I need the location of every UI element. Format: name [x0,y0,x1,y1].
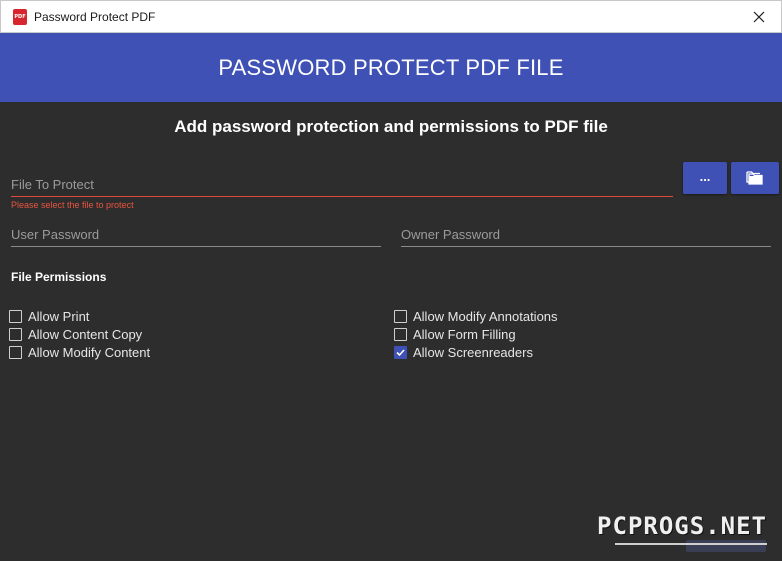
permission-allow-print[interactable]: Allow Print [9,309,89,324]
browse-button[interactable]: ... [683,162,727,194]
permission-allow-screenreaders[interactable]: Allow Screenreaders [394,345,533,360]
protect-button[interactable] [686,540,766,552]
permission-allow-content-copy[interactable]: Allow Content Copy [9,327,142,342]
pdf-app-icon: PDF [13,9,27,25]
pdf-app-icon-text: PDF [14,14,26,20]
window-titlebar: PDF Password Protect PDF [0,0,782,33]
permission-label: Allow Screenreaders [413,345,533,360]
owner-password-field [401,224,771,247]
file-to-protect-input[interactable] [11,174,673,196]
window-title: Password Protect PDF [34,10,156,24]
permission-allow-form-filling[interactable]: Allow Form Filling [394,327,516,342]
permission-label: Allow Content Copy [28,327,143,342]
owner-password-input[interactable] [401,224,771,246]
watermark-text: PCPROGS.NET [597,512,767,540]
open-folder-button[interactable] [731,162,779,194]
checkbox-allow-print[interactable] [9,310,22,323]
file-to-protect-field [11,174,673,197]
checkbox-allow-form-filling[interactable] [394,328,407,341]
permission-label: Allow Print [28,309,90,324]
checkmark-icon [396,349,405,357]
file-permissions-heading: File Permissions [11,270,107,284]
checkbox-allow-screenreaders[interactable] [394,346,407,359]
permission-allow-modify-annotations[interactable]: Allow Modify Annotations [394,309,558,324]
header-banner: PASSWORD PROTECT PDF FILE [0,33,782,102]
page-title: PASSWORD PROTECT PDF FILE [218,54,564,80]
permission-allow-modify-content[interactable]: Allow Modify Content [9,345,150,360]
close-icon [753,11,765,22]
browse-button-label: ... [699,168,711,184]
close-button[interactable] [737,1,781,32]
user-password-field [11,224,381,247]
checkbox-allow-modify-content[interactable] [9,346,22,359]
folder-icon [746,171,763,185]
checkbox-allow-content-copy[interactable] [9,328,22,341]
permission-label: Allow Modify Annotations [413,309,558,324]
file-error-message: Please select the file to protect [11,200,134,210]
permission-label: Allow Modify Content [28,345,151,360]
watermark-underline [615,543,767,545]
checkbox-allow-modify-annotations[interactable] [394,310,407,323]
permission-label: Allow Form Filling [413,327,516,342]
subheading: Add password protection and permissions … [174,117,608,136]
user-password-input[interactable] [11,224,381,246]
